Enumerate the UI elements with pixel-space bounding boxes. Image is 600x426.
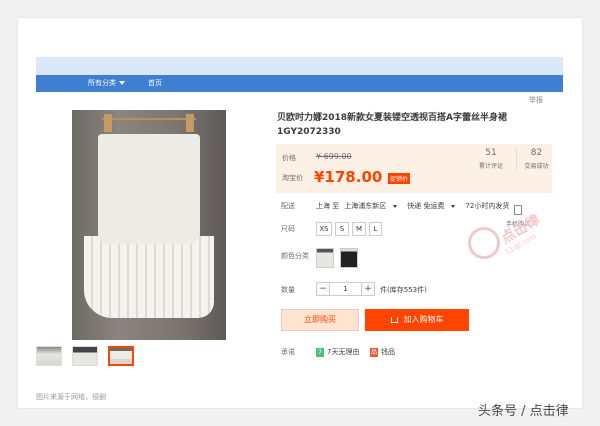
price-box: 价格 ¥ 699.00 淘宝价 ¥178.00 促销价 51 累计评论 82 交… bbox=[276, 144, 552, 193]
product-main-image[interactable] bbox=[72, 110, 226, 340]
invoice-badge-icon: 品 bbox=[370, 348, 378, 357]
top-bar bbox=[36, 57, 563, 75]
source-note: 图片来源于网络，侵删 bbox=[36, 393, 106, 401]
add-to-cart-button[interactable]: 加入购物车 bbox=[365, 309, 469, 331]
quantity-input[interactable]: 1 bbox=[329, 282, 362, 296]
thumbnail[interactable] bbox=[36, 346, 62, 366]
promise-invoice[interactable]: 品钱品 bbox=[370, 347, 395, 357]
shipping-destination[interactable]: 上海浦东新区 bbox=[344, 202, 402, 210]
quantity-decrement-button[interactable]: − bbox=[316, 282, 330, 296]
color-option[interactable] bbox=[316, 248, 334, 268]
caret-down-icon bbox=[393, 204, 398, 208]
promo-tag: 促销价 bbox=[388, 173, 411, 184]
product-title: 贝欧时力娜2018新款女夏装镂空透视百搭A字蕾丝半身裙1GY2072330 bbox=[277, 113, 508, 137]
nav-home[interactable]: 首页 bbox=[148, 75, 162, 92]
nav-bar: 所有分类 首页 bbox=[36, 75, 563, 92]
watermark: 点击律 51djl.com bbox=[464, 203, 574, 283]
hanger-clip bbox=[186, 114, 194, 132]
owl-logo-icon bbox=[468, 227, 500, 259]
size-option-xs[interactable]: XS bbox=[316, 222, 332, 236]
skirt-body bbox=[98, 134, 200, 244]
quantity-label: 数量 bbox=[281, 286, 295, 294]
price-label: 价格 bbox=[282, 154, 296, 162]
promise-label: 承诺 bbox=[281, 348, 295, 356]
original-price: ¥ 699.00 bbox=[316, 152, 352, 161]
stock-info: 件(库存553件) bbox=[380, 286, 427, 294]
thumbnail-selected[interactable] bbox=[108, 346, 134, 366]
caret-down-icon bbox=[119, 81, 125, 85]
hanger-clip bbox=[104, 114, 112, 132]
return-badge-icon: 7 bbox=[316, 348, 324, 357]
nav-all-categories[interactable]: 所有分类 bbox=[88, 75, 136, 92]
cart-icon bbox=[390, 316, 398, 323]
footer-watermark: 头条号 / 点击律 bbox=[478, 404, 569, 419]
color-option[interactable] bbox=[340, 248, 358, 268]
report-link[interactable]: 举报 bbox=[529, 95, 543, 105]
shipping-label: 配送 bbox=[281, 202, 295, 210]
skirt-frill bbox=[84, 236, 214, 318]
size-option-m[interactable]: M bbox=[352, 222, 366, 236]
color-label: 颜色分类 bbox=[281, 252, 309, 260]
size-label: 尺码 bbox=[281, 225, 295, 233]
buy-now-button[interactable]: 立即购买 bbox=[281, 309, 359, 331]
promise-return[interactable]: 7 7天无理由 bbox=[316, 347, 359, 357]
size-option-s[interactable]: S bbox=[335, 222, 349, 236]
shipping-method[interactable]: 快递 免运费 bbox=[407, 202, 460, 210]
current-price: ¥178.00 bbox=[314, 168, 383, 186]
stat-transactions[interactable]: 82 交易成功 bbox=[516, 148, 556, 170]
quantity-increment-button[interactable]: + bbox=[361, 282, 375, 296]
taobao-price-label: 淘宝价 bbox=[282, 174, 303, 182]
size-option-l[interactable]: L bbox=[369, 222, 382, 236]
stat-reviews[interactable]: 51 累计评论 bbox=[471, 148, 511, 170]
thumbnail[interactable] bbox=[72, 346, 98, 366]
caret-down-icon bbox=[451, 204, 456, 208]
